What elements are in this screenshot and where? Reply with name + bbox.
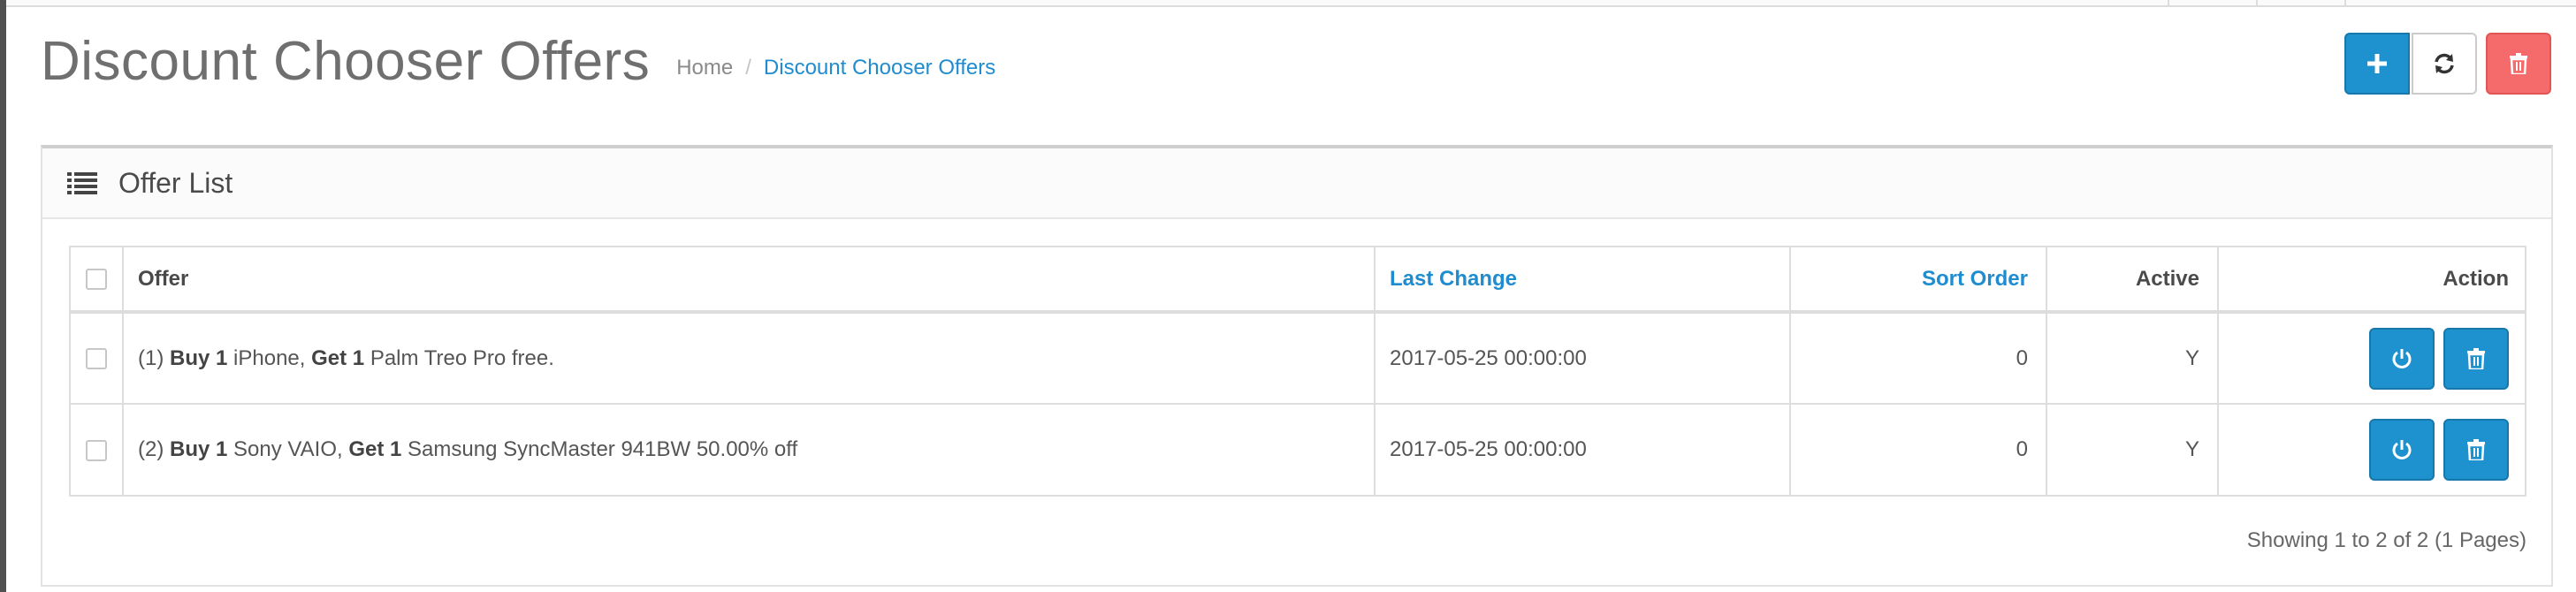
offer-number: (2)	[138, 437, 164, 461]
offer-buy-label: Buy 1	[170, 437, 228, 461]
delete-button[interactable]	[2486, 33, 2551, 95]
row-checkbox[interactable]	[86, 348, 107, 370]
last-change-cell: 2017-05-25 00:00:00	[1374, 403, 1791, 497]
power-icon	[2392, 348, 2412, 368]
rebuild-button[interactable]	[2412, 33, 2477, 95]
top-bar-divider	[2256, 0, 2258, 7]
offer-cell: (2) Buy 1 Sony VAIO, Get 1 Samsung SyncM…	[122, 403, 1376, 497]
offer-list-panel: Offer List Offer Last Change Sort Order …	[41, 145, 2553, 587]
top-bar	[6, 0, 2576, 7]
offer-get-item: Samsung SyncMaster 941BW 50.00% off	[408, 437, 798, 461]
row-select-cell	[69, 311, 124, 405]
table-row: (1) Buy 1 iPhone, Get 1 Palm Treo Pro fr…	[69, 311, 2526, 405]
active-cell: Y	[2046, 311, 2219, 405]
action-cell	[2217, 311, 2526, 405]
offer-get-item: Palm Treo Pro free.	[370, 345, 554, 370]
offer-buy-item: Sony VAIO,	[233, 437, 343, 461]
offer-table: Offer Last Change Sort Order Active Acti…	[69, 246, 2526, 497]
refresh-icon	[2435, 53, 2454, 74]
trash-icon	[2510, 53, 2527, 74]
top-bar-divider	[2168, 0, 2169, 7]
sort-order-cell: 0	[1789, 311, 2047, 405]
table-row: (2) Buy 1 Sony VAIO, Get 1 Samsung SyncM…	[69, 403, 2526, 497]
offer-buy-label: Buy 1	[170, 345, 228, 370]
last-change-cell: 2017-05-25 00:00:00	[1374, 311, 1791, 405]
table-header-row: Offer Last Change Sort Order Active Acti…	[69, 246, 2526, 314]
trash-icon	[2467, 347, 2485, 369]
header-actions	[2344, 33, 2551, 95]
panel-title: Offer List	[118, 166, 233, 199]
add-new-button[interactable]	[2344, 33, 2410, 95]
delete-row-button[interactable]	[2443, 419, 2509, 481]
offer-get-label: Get 1	[311, 345, 365, 370]
sort-by-last-change-link[interactable]: Last Change	[1390, 267, 1517, 291]
offer-buy-item: iPhone,	[233, 345, 306, 370]
sort-by-sort-order-link[interactable]: Sort Order	[1922, 267, 2028, 291]
panel-heading: Offer List	[42, 148, 2551, 219]
column-header-last-change: Last Change	[1374, 246, 1791, 314]
toggle-status-button[interactable]	[2369, 419, 2435, 481]
offer-cell: (1) Buy 1 iPhone, Get 1 Palm Treo Pro fr…	[122, 311, 1376, 405]
column-header-active: Active	[2046, 246, 2219, 314]
offer-number: (1)	[138, 345, 164, 370]
action-cell	[2217, 403, 2526, 497]
column-header-action: Action	[2217, 246, 2526, 314]
pagination-results-text: Showing 1 to 2 of 2 (1 Pages)	[2246, 528, 2526, 552]
row-select-cell	[69, 403, 124, 497]
breadcrumb-separator: /	[745, 56, 751, 80]
column-header-sort-order: Sort Order	[1789, 246, 2047, 314]
offer-get-label: Get 1	[348, 437, 402, 461]
column-header-offer: Offer	[122, 246, 1376, 314]
active-cell: Y	[2046, 403, 2219, 497]
breadcrumb: Home / Discount Chooser Offers	[676, 56, 995, 80]
breadcrumb-current-link[interactable]: Discount Chooser Offers	[764, 56, 995, 80]
breadcrumb-home-link[interactable]: Home	[676, 56, 733, 80]
power-icon	[2392, 440, 2412, 459]
list-icon	[67, 171, 97, 194]
select-all-checkbox[interactable]	[86, 269, 107, 291]
offer-table-wrapper: Offer Last Change Sort Order Active Acti…	[69, 246, 2526, 497]
delete-row-button[interactable]	[2443, 327, 2509, 390]
sort-order-cell: 0	[1789, 403, 2047, 497]
row-checkbox[interactable]	[86, 439, 107, 461]
page-header: Discount Chooser Offers Home / Discount …	[41, 27, 995, 97]
top-bar-divider	[2344, 0, 2346, 7]
trash-icon	[2467, 439, 2485, 460]
toggle-status-button[interactable]	[2369, 327, 2435, 390]
sidebar-edge	[0, 0, 6, 592]
select-all-cell	[69, 246, 124, 314]
plus-icon	[2367, 54, 2387, 73]
page-title: Discount Chooser Offers	[41, 31, 651, 92]
